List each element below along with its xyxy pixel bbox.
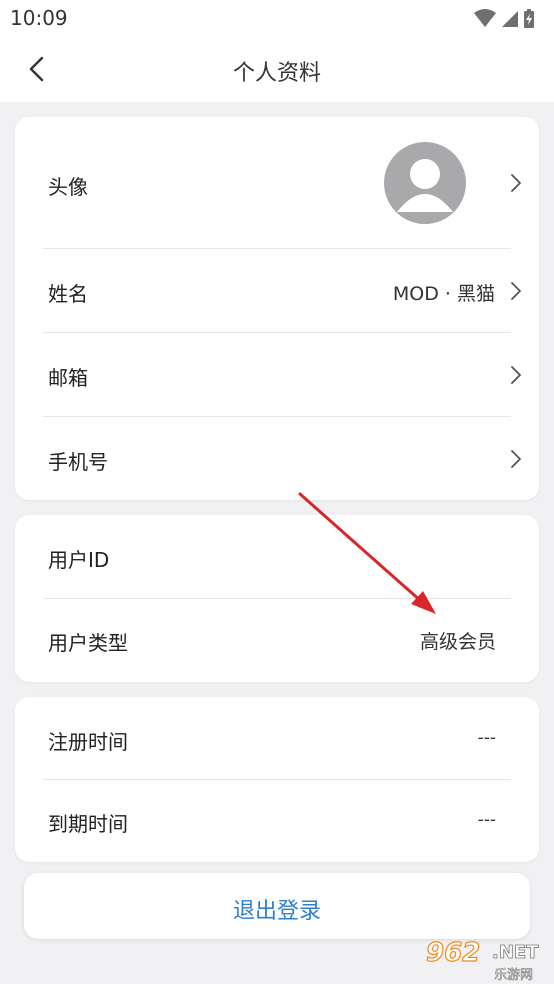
avatar-row[interactable]: 头像	[15, 117, 539, 248]
name-value: MOD · 黑猫	[392, 283, 495, 305]
watermark-suffix: .NET	[492, 942, 539, 964]
name-row[interactable]: 姓名 MOD · 黑猫	[15, 249, 539, 332]
user-type-value: 高级会员	[419, 631, 496, 653]
annotation-arrow	[298, 492, 436, 614]
chevron-right-icon	[511, 366, 521, 384]
expire-time-row: 到期时间 ---	[15, 780, 539, 862]
chevron-right-icon	[511, 174, 521, 192]
chevron-right-icon	[511, 450, 521, 468]
wifi-icon	[474, 9, 496, 27]
avatar-label: 头像	[48, 175, 88, 199]
user-type-row: 用户类型 高级会员	[15, 599, 539, 682]
register-time-label: 注册时间	[48, 730, 128, 754]
user-type-label: 用户类型	[48, 631, 128, 655]
avatar[interactable]	[384, 142, 466, 224]
user-info-card: 用户ID 用户类型 高级会员	[15, 515, 539, 682]
page-title: 个人资料	[232, 61, 321, 86]
status-time: 10:09	[10, 6, 68, 30]
register-time-value: ---	[477, 728, 496, 748]
phone-row[interactable]: 手机号	[15, 417, 539, 500]
email-label: 邮箱	[48, 366, 88, 390]
cellular-signal-icon	[502, 11, 518, 27]
register-time-row: 注册时间 ---	[15, 697, 539, 779]
profile-card: 头像 姓名 MOD · 黑猫 邮箱 手机号	[15, 117, 539, 500]
user-id-label: 用户ID	[48, 548, 110, 572]
status-icons	[474, 9, 534, 28]
expire-time-label: 到期时间	[48, 812, 128, 836]
nav-bar: 个人资料	[0, 36, 554, 102]
expire-time-value: ---	[477, 810, 496, 830]
default-user-icon	[397, 159, 453, 212]
phone-label: 手机号	[48, 450, 108, 474]
watermark-cn: 乐游网	[494, 968, 534, 984]
membership-time-card: 注册时间 --- 到期时间 ---	[15, 697, 539, 862]
logout-button[interactable]: 退出登录	[24, 873, 530, 939]
name-label: 姓名	[48, 282, 88, 306]
email-row[interactable]: 邮箱	[15, 333, 539, 416]
battery-icon	[524, 9, 534, 28]
status-bar: 10:09	[0, 0, 554, 36]
watermark-number: 962	[425, 937, 481, 968]
watermark-logo: 962 .NET 乐游网	[416, 937, 550, 984]
chevron-right-icon	[511, 282, 521, 300]
user-id-row: 用户ID	[15, 515, 539, 598]
logout-label: 退出登录	[232, 899, 321, 924]
